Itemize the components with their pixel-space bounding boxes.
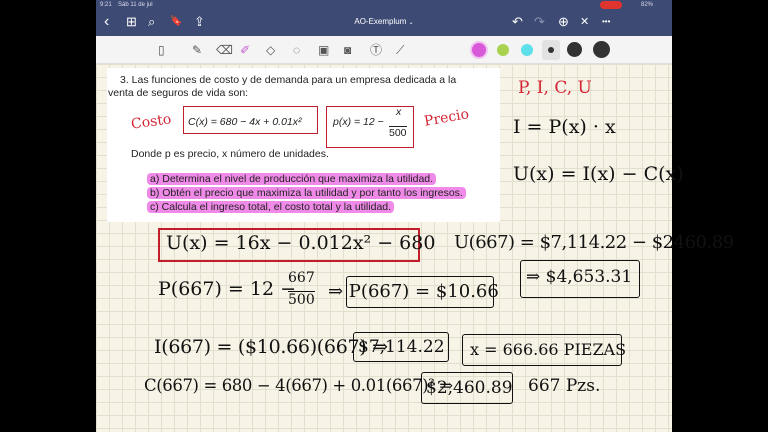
price-667: P(667) = 12 − <box>158 278 297 300</box>
laser-pointer-icon[interactable]: ⟋ <box>396 42 404 58</box>
notebook-page[interactable]: 3. Las funciones de costo y de demanda p… <box>96 64 734 432</box>
picu-label: P, I, C, U <box>518 78 592 98</box>
undo-icon[interactable]: ↶ <box>512 14 523 30</box>
variable-definition: Donde p es precio, x número de unidades. <box>131 148 329 160</box>
more-icon[interactable]: ••• <box>602 14 610 30</box>
status-time: 9:21 <box>100 2 112 8</box>
price-box <box>326 106 414 148</box>
color-magenta[interactable] <box>472 43 486 57</box>
camera-icon[interactable]: ◙ <box>344 42 351 58</box>
price-667-denominator: 500 <box>288 291 315 308</box>
battery-level: 82% <box>641 2 654 8</box>
add-page-icon[interactable]: ⊕ <box>558 14 569 30</box>
close-icon[interactable]: ✕ <box>580 14 589 30</box>
size-medium[interactable] <box>567 42 582 57</box>
problem-statement: 3. Las funciones de costo y de demanda p… <box>107 68 500 222</box>
quantity-result: x = 666.66 PIEZAS <box>470 340 627 359</box>
question-c: c) Calcula el ingreso total, el costo to… <box>147 201 395 213</box>
question-b: b) Obtén el precio que maximiza la utili… <box>147 187 466 199</box>
image-icon[interactable]: ▣ <box>318 42 329 58</box>
intro-line-2: venta de seguros de vida son: <box>108 87 249 99</box>
price-result: ⇒ P(667) = $10.66 <box>328 281 499 302</box>
pen-icon[interactable]: ✎ <box>192 42 202 58</box>
pieces-note: 667 Pzs. <box>528 376 601 396</box>
size-small[interactable] <box>542 40 560 60</box>
notes-app: 9:21 Sáb 11 de jul 82% ‹ ⊞ ⌕ 🔖 ⇪ AO-Exem… <box>96 0 734 432</box>
ingreso-formula: I = P(x) · x <box>513 116 616 138</box>
color-cyan[interactable] <box>521 44 533 56</box>
document-title-text: AO-Exemplum <box>354 17 407 26</box>
microphone-recording-indicator <box>600 1 622 9</box>
price-667-numerator: 667 <box>288 270 315 286</box>
status-date: Sáb 11 de jul <box>118 2 153 8</box>
size-large[interactable] <box>593 41 610 58</box>
drawing-toolbar: ▯ ✎ ⌫ ✐ ◇ ◌ ▣ ◙ Ⓣ ⟋ <box>96 36 672 64</box>
shapes-icon[interactable]: ◇ <box>266 42 275 58</box>
utility-function: U(x) = 16x − 0.012x² − 680 <box>166 232 436 254</box>
utilidad-formula: U(x) = I(x) − C(x) <box>513 163 684 185</box>
chevron-down-icon: ⌄ <box>408 20 414 26</box>
text-icon[interactable]: Ⓣ <box>370 42 382 58</box>
utility-667: U(667) = $7,114.22 − $2460.89 <box>454 232 734 253</box>
color-green[interactable] <box>497 44 509 56</box>
utility-result: ⇒ $4,653.31 <box>526 267 633 287</box>
lasso-icon[interactable]: ◌ <box>293 42 300 58</box>
income-result: $7,114.22 <box>358 337 445 357</box>
redo-icon[interactable]: ↷ <box>534 14 545 30</box>
cost-result: $2,460.89 <box>426 378 513 398</box>
top-bar: 9:21 Sáb 11 de jul 82% ‹ ⊞ ⌕ 🔖 ⇪ AO-Exem… <box>96 0 672 36</box>
highlighter-icon[interactable]: ✐ <box>240 42 250 58</box>
cost-box <box>183 106 318 134</box>
eraser-icon[interactable]: ⌫ <box>216 42 233 58</box>
intro-line-1: 3. Las funciones de costo y de demanda p… <box>120 74 457 86</box>
reading-mode-icon[interactable]: ▯ <box>158 42 165 58</box>
cost-667: C(667) = 680 − 4(667) + 0.01(667)² ⇒ <box>144 376 453 395</box>
question-a: a) Determina el nivel de producción que … <box>147 173 437 185</box>
